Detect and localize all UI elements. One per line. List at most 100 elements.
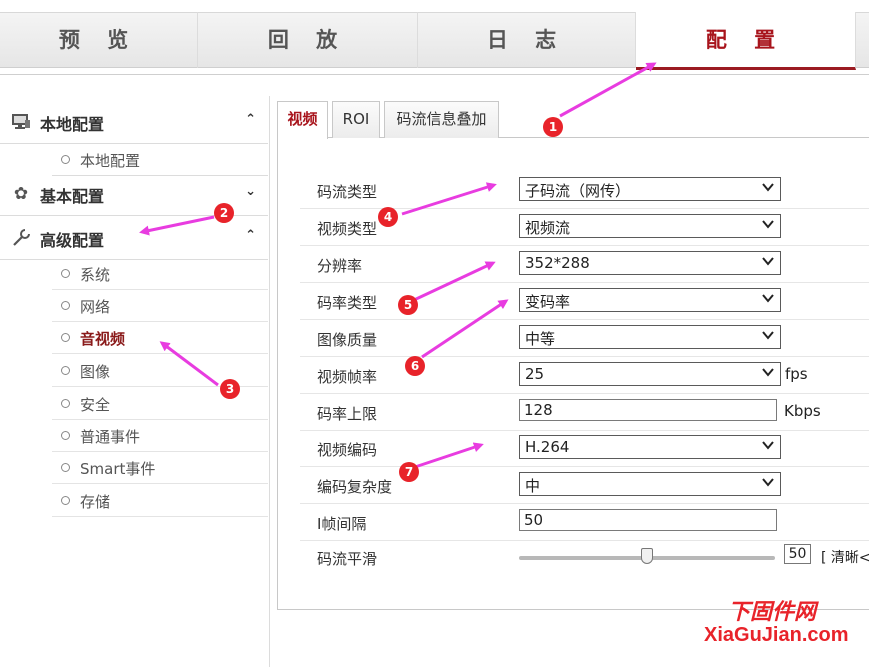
sidebar-item-label: 存储 — [80, 493, 111, 511]
sidebar-section-basic-label: 基本配置 — [40, 187, 105, 206]
tab-roi[interactable]: ROI — [332, 101, 380, 138]
chevron-down-icon — [762, 183, 774, 192]
row-stream-type: 码流类型 子码流（网传） — [300, 172, 869, 209]
video-encoding-value: H.264 — [525, 438, 570, 456]
sidebar-item-label: 本地配置 — [80, 152, 141, 170]
sidebar-section-local-label: 本地配置 — [40, 115, 105, 134]
video-encoding-select[interactable]: H.264 — [519, 435, 781, 459]
annotation-badge: 7 — [399, 462, 419, 482]
chevron-down-icon — [762, 368, 774, 377]
annotation-badge: 6 — [405, 356, 425, 376]
bullet-icon — [61, 496, 70, 505]
annotation-badge: 2 — [214, 203, 234, 223]
annotation-badge: 5 — [398, 295, 418, 315]
row-i-frame-interval: I帧间隔 50 — [300, 504, 869, 541]
sidebar-item-storage[interactable]: 存储 — [52, 485, 268, 517]
sidebar-section-advanced[interactable]: 高级配置 ⌃ — [0, 216, 268, 260]
row-video-encoding: 视频编码 H.264 — [300, 430, 869, 467]
encoding-complexity-select[interactable]: 中 — [519, 472, 781, 496]
sidebar-item-label: 图像 — [80, 363, 111, 381]
resolution-value: 352*288 — [525, 254, 590, 272]
max-bitrate-input[interactable]: 128 — [519, 399, 777, 421]
frame-rate-unit: fps — [785, 365, 808, 383]
frame-rate-label: 视频帧率 — [317, 368, 378, 386]
resolution-select[interactable]: 352*288 — [519, 251, 781, 275]
frame-rate-select[interactable]: 25 — [519, 362, 781, 386]
annotation-badge: 3 — [220, 379, 240, 399]
row-encoding-complexity: 编码复杂度 中 — [300, 467, 869, 504]
chevron-down-icon — [762, 441, 774, 450]
stream-type-label: 码流类型 — [317, 183, 378, 201]
tab-preview[interactable]: 预 览 — [0, 12, 198, 68]
encoding-complexity-label: 编码复杂度 — [317, 478, 393, 496]
row-stream-smoothing: 码流平滑 50 [ 清晰< — [300, 539, 869, 576]
bullet-icon — [61, 333, 70, 342]
image-quality-value: 中等 — [525, 330, 556, 348]
bitrate-type-label: 码率类型 — [317, 294, 378, 312]
chevron-down-icon — [762, 294, 774, 303]
bullet-icon — [61, 269, 70, 278]
sidebar-item-normal-event[interactable]: 普通事件 — [52, 420, 268, 452]
chevron-down-icon — [762, 478, 774, 487]
video-type-select[interactable]: 视频流 — [519, 214, 781, 238]
stream-smoothing-hint: [ 清晰< — [821, 550, 869, 566]
monitor-icon — [10, 112, 32, 132]
tab-video[interactable]: 视频 — [277, 101, 328, 139]
bullet-icon — [61, 301, 70, 310]
chevron-up-icon: ⌃ — [245, 228, 256, 243]
sidebar-item-label: 普通事件 — [80, 428, 141, 446]
annotation-badge: 4 — [378, 207, 398, 227]
bitrate-type-select[interactable]: 变码率 — [519, 288, 781, 312]
bullet-icon — [61, 155, 70, 164]
sidebar-item-label: 安全 — [80, 396, 111, 414]
sidebar-item-audio-video[interactable]: 音视频 — [52, 322, 268, 354]
stream-smoothing-label: 码流平滑 — [317, 550, 378, 568]
stream-smoothing-value[interactable]: 50 — [784, 544, 811, 564]
bullet-icon — [61, 399, 70, 408]
chevron-down-icon — [762, 257, 774, 266]
wrench-icon — [10, 228, 32, 248]
watermark-logo: 下固件网 — [728, 599, 817, 625]
image-quality-label: 图像质量 — [317, 331, 378, 349]
video-encoding-label: 视频编码 — [317, 441, 378, 459]
sidebar-item-label: 音视频 — [80, 330, 126, 348]
row-max-bitrate: 码率上限 128 Kbps — [300, 394, 869, 431]
max-bitrate-value: 128 — [524, 401, 553, 419]
stream-type-select[interactable]: 子码流（网传） — [519, 177, 781, 201]
tab-config[interactable]: 配 置 — [636, 12, 856, 70]
tab-log[interactable]: 日 志 — [418, 12, 636, 68]
bullet-icon — [61, 431, 70, 440]
chevron-down-icon — [762, 331, 774, 340]
i-frame-interval-label: I帧间隔 — [317, 515, 367, 533]
top-nav-divider — [0, 74, 869, 75]
sidebar-item-system[interactable]: 系统 — [52, 258, 268, 290]
max-bitrate-unit: Kbps — [784, 402, 821, 420]
chevron-down-icon — [762, 220, 774, 229]
bullet-icon — [61, 463, 70, 472]
sidebar-item-network[interactable]: 网络 — [52, 290, 268, 322]
i-frame-interval-value: 50 — [524, 511, 544, 529]
bullet-icon — [61, 366, 70, 375]
top-nav: 预 览 回 放 日 志 配 置 — [0, 0, 869, 76]
gear-icon: ✿ — [13, 184, 29, 204]
tab-playback[interactable]: 回 放 — [198, 12, 418, 68]
resolution-label: 分辨率 — [317, 257, 363, 275]
tab-stream-info-overlay[interactable]: 码流信息叠加 — [384, 101, 499, 138]
watermark-url: XiaGuJian.com — [704, 624, 849, 646]
i-frame-interval-input[interactable]: 50 — [519, 509, 777, 531]
sidebar-item-label: 系统 — [80, 266, 111, 284]
stream-type-value: 子码流（网传） — [525, 182, 631, 200]
sidebar-item-label: Smart事件 — [80, 460, 156, 478]
sidebar-item-smart-event[interactable]: Smart事件 — [52, 452, 268, 484]
video-type-value: 视频流 — [525, 219, 571, 237]
image-quality-select[interactable]: 中等 — [519, 325, 781, 349]
chevron-down-icon: ⌄ — [245, 184, 256, 199]
row-frame-rate: 视频帧率 25 fps — [300, 357, 869, 394]
slider-thumb[interactable] — [641, 548, 653, 564]
row-resolution: 分辨率 352*288 — [300, 246, 869, 283]
sidebar-section-local[interactable]: 本地配置 ⌃ — [0, 100, 268, 144]
sidebar-item-label: 网络 — [80, 298, 111, 316]
row-image-quality: 图像质量 中等 — [300, 320, 869, 357]
annotation-badge: 1 — [543, 117, 563, 137]
encoding-complexity-value: 中 — [525, 477, 541, 495]
